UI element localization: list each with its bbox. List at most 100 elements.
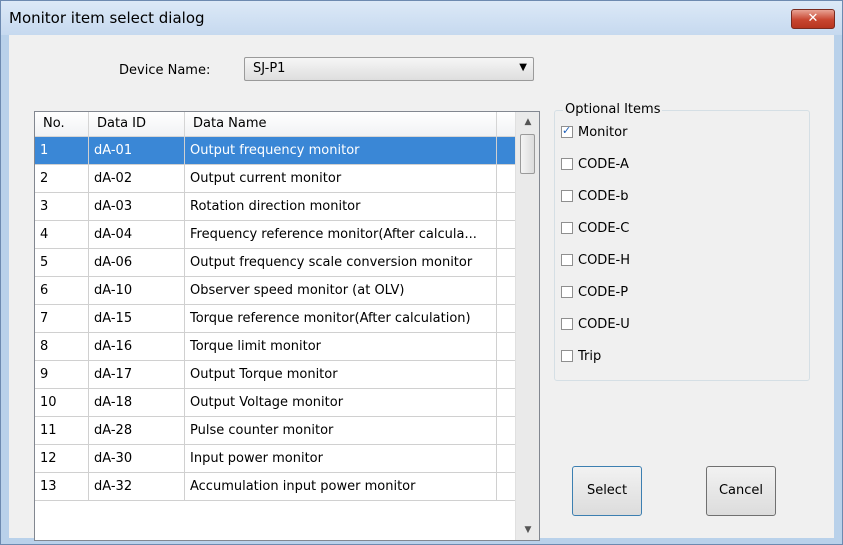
cell-no: 1 xyxy=(35,137,89,164)
dialog-window: Monitor item select dialog ✕ Device Name… xyxy=(0,0,843,545)
checkbox-label: CODE-U xyxy=(578,317,630,332)
checkbox[interactable] xyxy=(561,158,573,170)
cell-no: 8 xyxy=(35,333,89,360)
checkbox[interactable] xyxy=(561,124,573,138)
cell-data-name: Output frequency scale conversion monito… xyxy=(185,249,497,276)
close-icon: ✕ xyxy=(807,11,819,26)
checkbox[interactable] xyxy=(561,222,573,234)
checkbox-label: CODE-A xyxy=(578,157,629,172)
scrollbar-thumb[interactable] xyxy=(520,134,535,174)
cell-no: 12 xyxy=(35,445,89,472)
cell-data-name: Observer speed monitor (at OLV) xyxy=(185,277,497,304)
checkbox-label: CODE-P xyxy=(578,285,629,300)
cell-no: 13 xyxy=(35,473,89,500)
table-row[interactable]: 9 dA-17 Output Torque monitor xyxy=(35,361,515,389)
column-header-data-id[interactable]: Data ID xyxy=(89,112,185,136)
table-row[interactable]: 4 dA-04 Frequency reference monitor(After … xyxy=(35,221,515,249)
table-row[interactable]: 12 dA-30 Input power monitor xyxy=(35,445,515,473)
table-row[interactable]: 2 dA-02 Output current monitor xyxy=(35,165,515,193)
scroll-up-icon[interactable]: ▲ xyxy=(516,112,539,132)
cell-data-id: dA-03 xyxy=(89,193,185,220)
checkbox-label: CODE-C xyxy=(578,221,630,236)
cell-no: 2 xyxy=(35,165,89,192)
cell-data-name: Torque reference monitor(After calculati… xyxy=(185,305,497,332)
cell-data-id: dA-16 xyxy=(89,333,185,360)
table-row[interactable]: 1 dA-01 Output frequency monitor xyxy=(35,137,515,165)
device-name-select[interactable]: SJ-P1 ▼ xyxy=(244,57,534,81)
checkbox[interactable] xyxy=(561,350,573,362)
scroll-down-icon[interactable]: ▼ xyxy=(516,520,539,540)
cell-data-name: Frequency reference monitor(After calcul… xyxy=(185,221,497,248)
cell-data-name: Accumulation input power monitor xyxy=(185,473,497,500)
close-button[interactable]: ✕ xyxy=(791,9,835,29)
cell-no: 5 xyxy=(35,249,89,276)
checkbox[interactable] xyxy=(561,190,573,202)
cancel-button[interactable]: Cancel xyxy=(706,466,776,516)
checkbox-label: Monitor xyxy=(578,125,628,140)
column-header-no[interactable]: No. xyxy=(35,112,89,136)
cell-data-id: dA-15 xyxy=(89,305,185,332)
cell-data-name: Output Torque monitor xyxy=(185,361,497,388)
table-row[interactable]: 10 dA-18 Output Voltage monitor xyxy=(35,389,515,417)
cell-data-name: Output frequency monitor xyxy=(185,137,497,164)
cell-data-id: dA-02 xyxy=(89,165,185,192)
data-grid: No. Data ID Data Name 1 dA-01 Output frequ… xyxy=(34,111,540,541)
checkbox-label: CODE-b xyxy=(578,189,629,204)
device-name-value: SJ-P1 xyxy=(253,61,286,76)
cell-data-id: dA-17 xyxy=(89,361,185,388)
checkbox[interactable] xyxy=(561,318,573,330)
window-title: Monitor item select dialog xyxy=(9,9,205,27)
vertical-scrollbar[interactable]: ▲ ▼ xyxy=(515,112,539,540)
cell-no: 7 xyxy=(35,305,89,332)
checkbox[interactable] xyxy=(561,254,573,266)
cell-no: 3 xyxy=(35,193,89,220)
table-row[interactable]: 11 dA-28 Pulse counter monitor xyxy=(35,417,515,445)
device-name-label: Device Name: xyxy=(119,63,211,78)
optional-item-code-b[interactable]: CODE-b xyxy=(561,189,628,204)
table-row[interactable]: 5 dA-06 Output frequency scale conversion … xyxy=(35,249,515,277)
cell-data-id: dA-32 xyxy=(89,473,185,500)
optional-item-code-c[interactable]: CODE-C xyxy=(561,221,629,236)
cell-data-name: Input power monitor xyxy=(185,445,497,472)
grid-rows: 1 dA-01 Output frequency monitor 2 dA-02 Outp… xyxy=(35,137,515,501)
dialog-body: Device Name: SJ-P1 ▼ No. Data ID Data Na… xyxy=(9,35,834,541)
optional-item-monitor[interactable]: Monitor xyxy=(561,124,628,140)
checkbox-label: CODE-H xyxy=(578,253,630,268)
cell-data-id: dA-06 xyxy=(89,249,185,276)
optional-item-code-p[interactable]: CODE-P xyxy=(561,285,628,300)
optional-item-code-a[interactable]: CODE-A xyxy=(561,157,629,172)
cell-data-name: Rotation direction monitor xyxy=(185,193,497,220)
optional-item-trip[interactable]: Trip xyxy=(561,349,601,364)
cell-data-id: dA-30 xyxy=(89,445,185,472)
column-header-data-name[interactable]: Data Name xyxy=(185,112,497,136)
cell-data-id: dA-01 xyxy=(89,137,185,164)
table-row[interactable]: 8 dA-16 Torque limit monitor xyxy=(35,333,515,361)
optional-item-code-u[interactable]: CODE-U xyxy=(561,317,630,332)
checkbox-label: Trip xyxy=(578,349,602,364)
dropdown-arrow-icon[interactable]: ▼ xyxy=(519,62,527,73)
cell-data-name: Torque limit monitor xyxy=(185,333,497,360)
select-button[interactable]: Select xyxy=(572,466,642,516)
cell-data-id: dA-28 xyxy=(89,417,185,444)
cell-data-id: dA-04 xyxy=(89,221,185,248)
table-row[interactable]: 3 dA-03 Rotation direction monitor xyxy=(35,193,515,221)
cell-no: 11 xyxy=(35,417,89,444)
table-row[interactable]: 6 dA-10 Observer speed monitor (at OLV) xyxy=(35,277,515,305)
grid-header: No. Data ID Data Name xyxy=(35,112,515,137)
cell-data-id: dA-10 xyxy=(89,277,185,304)
optional-item-code-h[interactable]: CODE-H xyxy=(561,253,630,268)
cell-data-name: Pulse counter monitor xyxy=(185,417,497,444)
table-row[interactable]: 13 dA-32 Accumulation input power monitor xyxy=(35,473,515,501)
cell-data-name: Output Voltage monitor xyxy=(185,389,497,416)
cell-no: 4 xyxy=(35,221,89,248)
optional-items-group: Optional Items Monitor CODE-A CODE-b CODE-C… xyxy=(554,102,810,381)
cell-data-id: dA-18 xyxy=(89,389,185,416)
cell-data-name: Output current monitor xyxy=(185,165,497,192)
cell-no: 9 xyxy=(35,361,89,388)
optional-items-legend: Optional Items xyxy=(563,102,663,117)
table-row[interactable]: 7 dA-15 Torque reference monitor(After cal… xyxy=(35,305,515,333)
title-bar[interactable]: Monitor item select dialog ✕ xyxy=(1,1,842,35)
cell-no: 10 xyxy=(35,389,89,416)
cell-no: 6 xyxy=(35,277,89,304)
checkbox[interactable] xyxy=(561,286,573,298)
